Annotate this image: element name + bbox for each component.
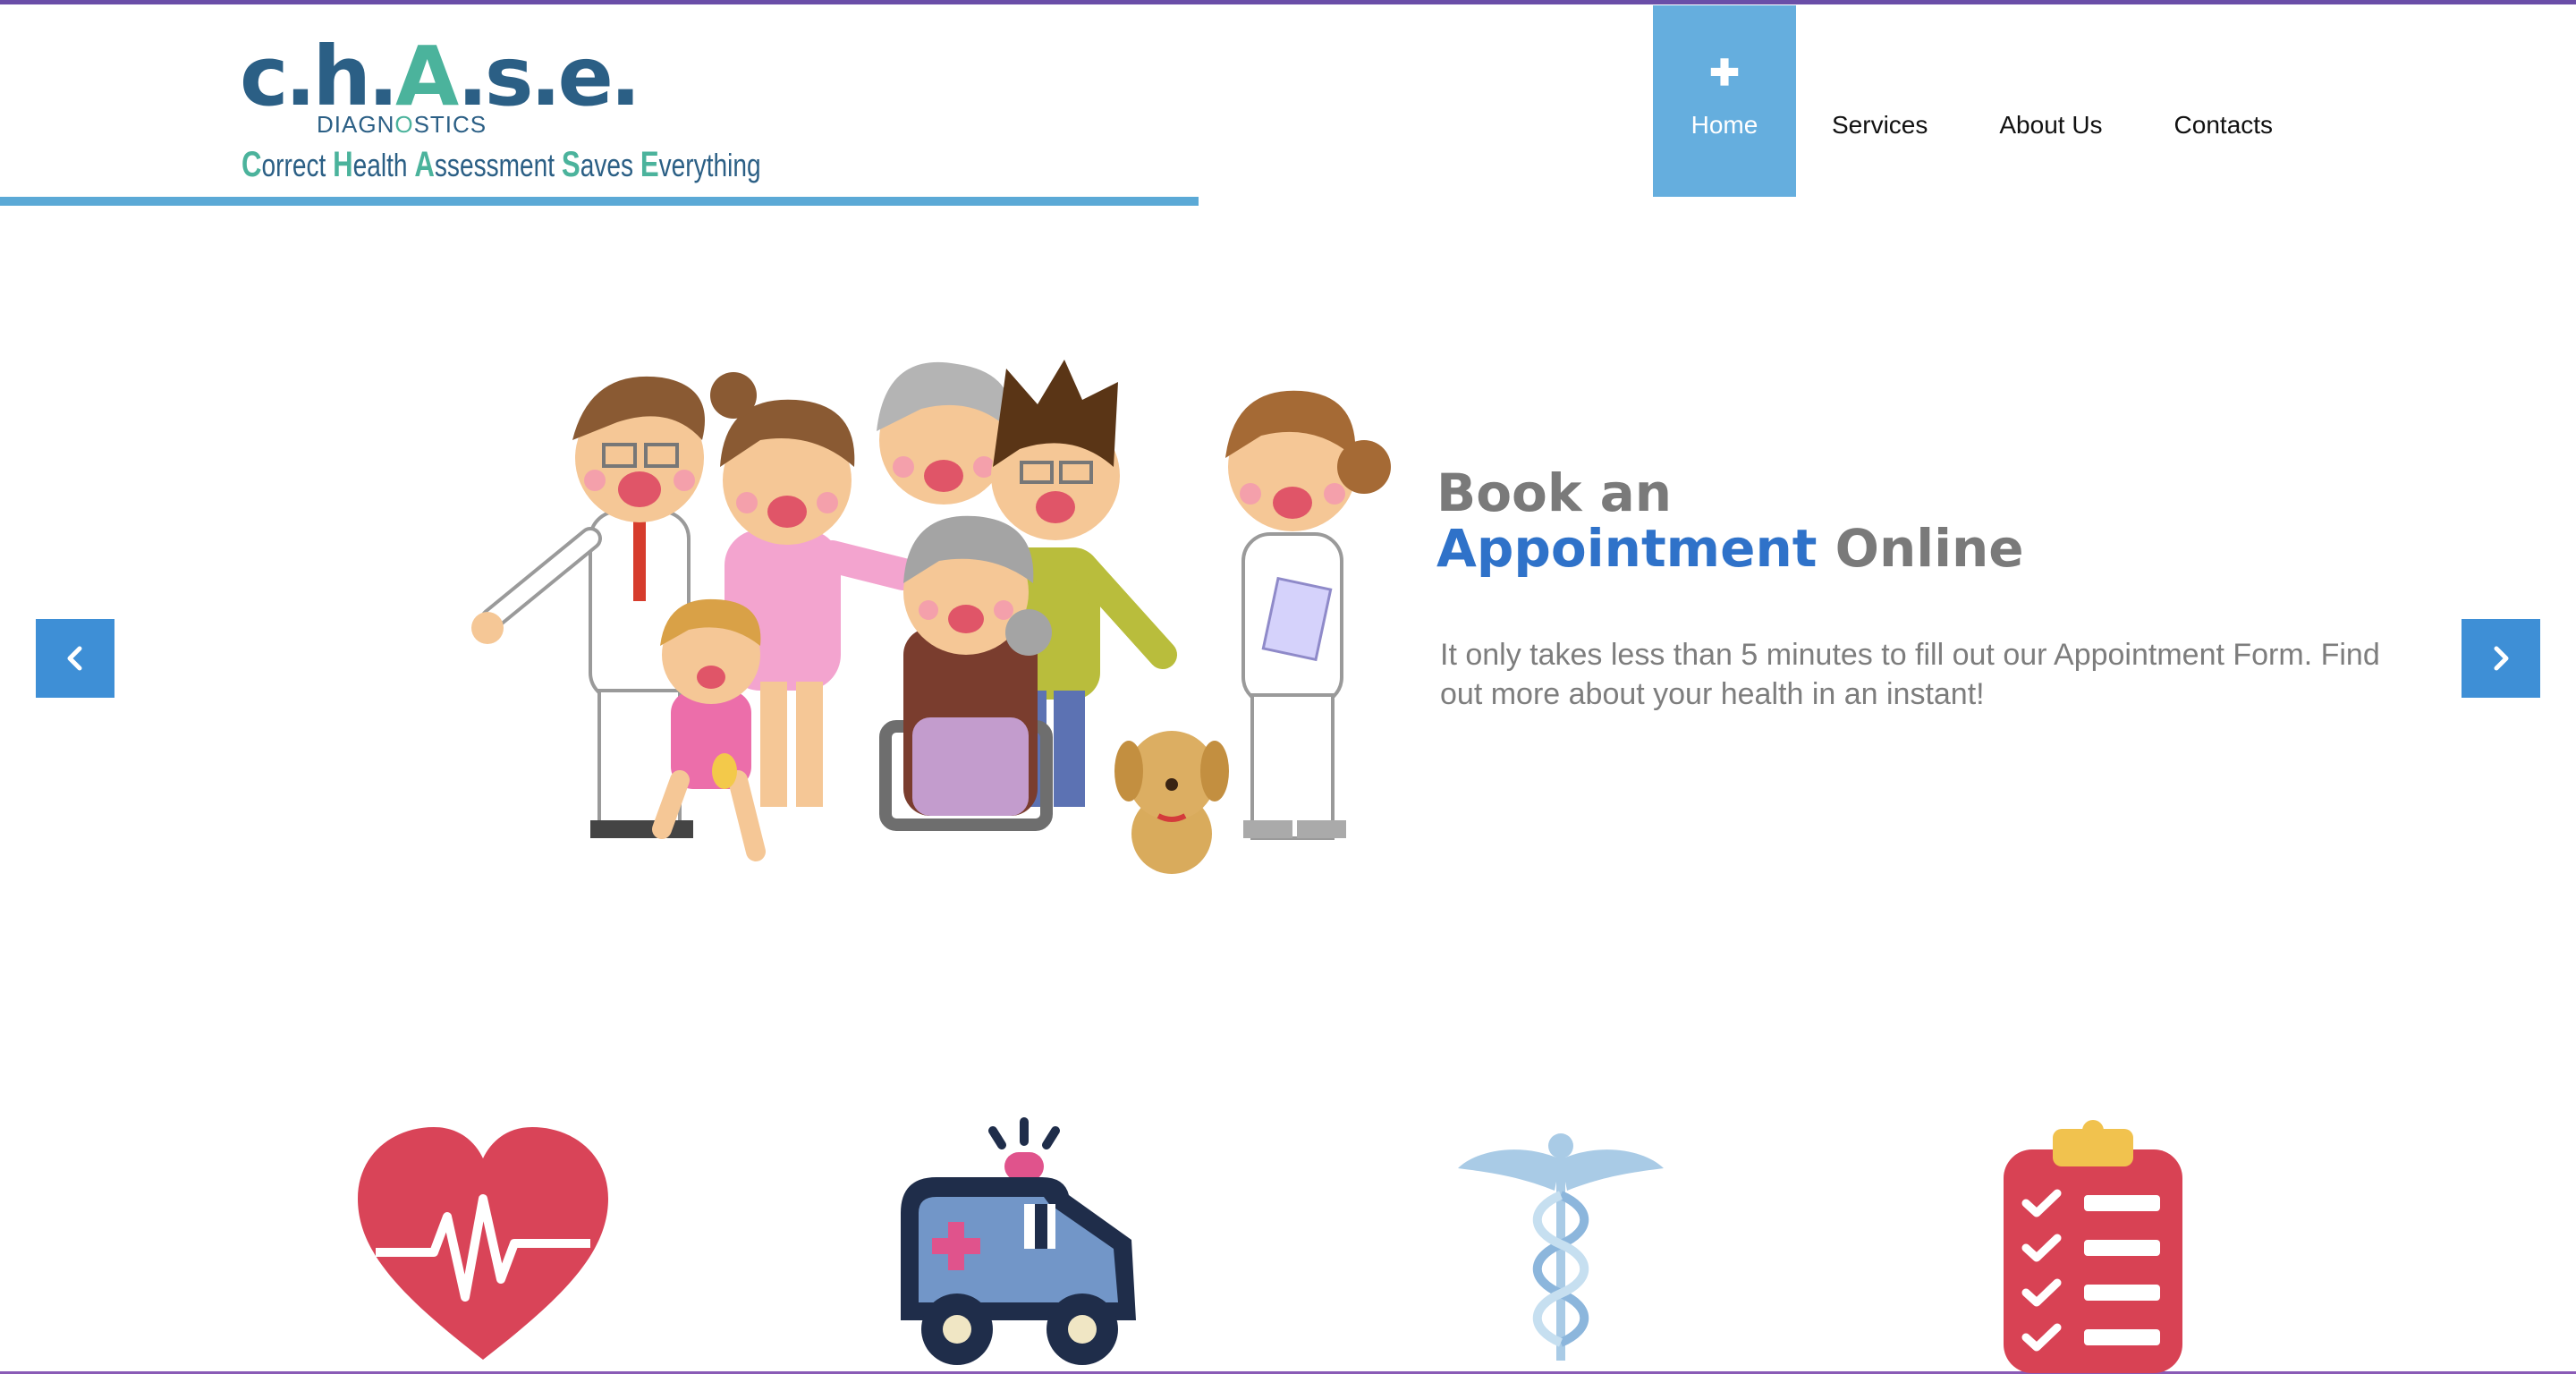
girl-figure — [652, 598, 766, 861]
slider-next-button[interactable] — [2462, 619, 2540, 698]
nurse-figure — [1225, 390, 1391, 840]
hero-title-highlight: Appointment — [1436, 518, 1818, 579]
heartbeat-icon — [358, 1127, 608, 1360]
header-underline — [0, 197, 1199, 206]
family-doctor-nurse-illustration — [471, 360, 1391, 874]
doctor-figure — [471, 376, 705, 838]
chevron-right-icon — [2494, 646, 2509, 671]
main-nav: ✚ Home Services About Us Contacts — [1653, 5, 2309, 197]
dog-figure — [1114, 731, 1229, 874]
plus-icon: ✚ — [1709, 54, 1740, 93]
nav-item-services[interactable]: Services — [1796, 5, 1963, 197]
nav-item-contacts[interactable]: Contacts — [2139, 5, 2309, 197]
top-accent-bar — [0, 0, 2576, 4]
ambulance-icon — [901, 1117, 1136, 1365]
hero-description: It only takes less than 5 minutes to fil… — [1440, 638, 2380, 711]
grandma-wheelchair-figure — [879, 515, 1053, 831]
clipboard-checklist-icon — [2004, 1120, 2182, 1373]
logo-subtitle: DIAGNOSTICS — [317, 111, 487, 138]
hero-title: Book an Appointment Online — [1436, 462, 2024, 579]
slider-prev-button[interactable] — [36, 619, 114, 698]
nav-item-home[interactable]: ✚ Home — [1653, 5, 1796, 197]
logo-tagline: Correct Health Assessment Saves Everythi… — [242, 145, 761, 184]
logo-wordmark: c.h.A.s.e. — [240, 29, 641, 124]
site-logo[interactable]: c.h.A.s.e. DIAGNOSTICS Correct Health As… — [240, 16, 761, 186]
logo-microscope-a: A — [394, 29, 461, 124]
nav-item-about-us[interactable]: About Us — [1963, 5, 2138, 197]
chevron-left-icon — [67, 646, 82, 671]
caduceus-icon — [1458, 1133, 1664, 1361]
